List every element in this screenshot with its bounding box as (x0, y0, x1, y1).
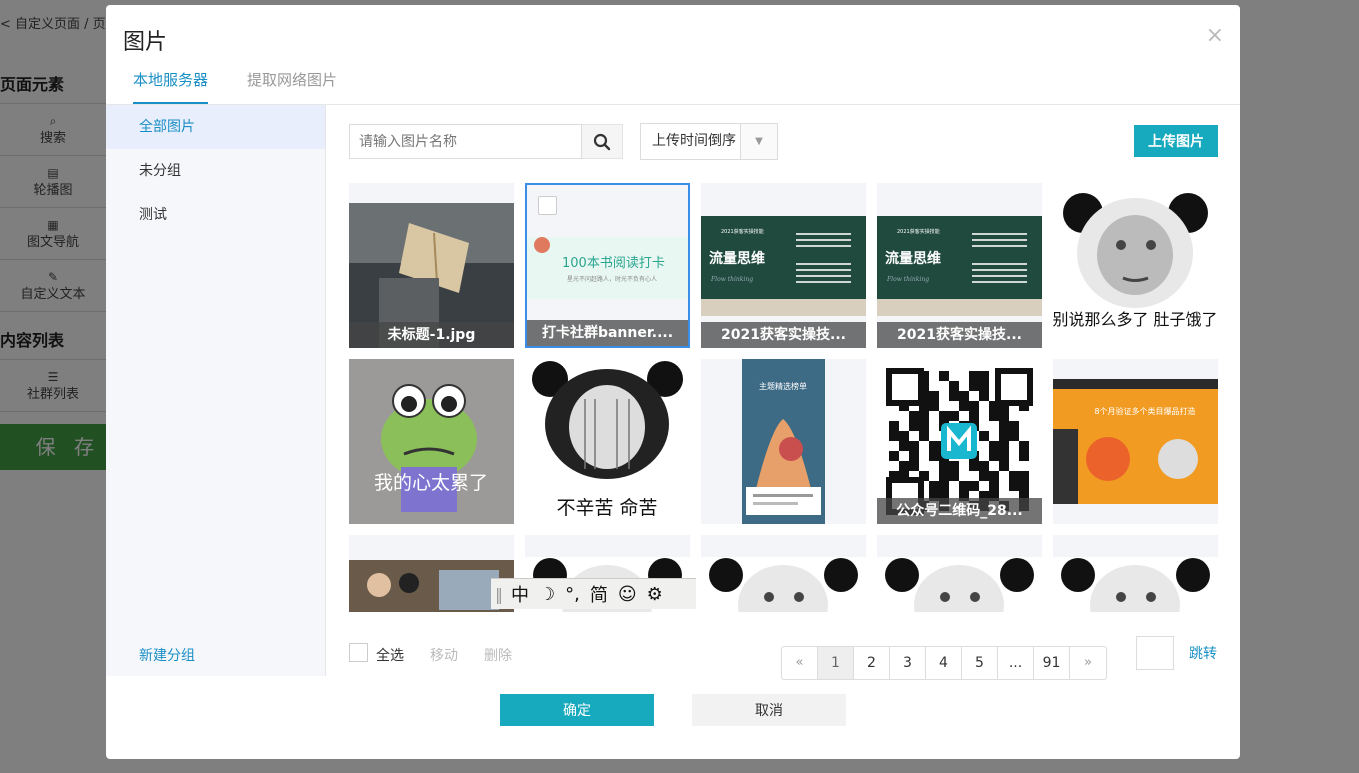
image-thumbnail[interactable]: 100本书阅读打卡星光不问赶路人，时光不负有心人打卡社群banner.... (525, 183, 690, 348)
select-all-label[interactable]: 全选 (376, 645, 404, 665)
gear-icon[interactable]: ⚙ (647, 584, 663, 605)
image-grid: 未标题-1.jpg 100本书阅读打卡星光不问赶路人，时光不负有心人打卡社群ban… (349, 183, 1219, 612)
page-number-button[interactable]: 5 (962, 647, 998, 679)
page-number-button[interactable]: ... (998, 647, 1034, 679)
page-number-button[interactable]: 91 (1034, 647, 1070, 679)
source-tabs: 本地服务器 提取网络图片 (133, 69, 376, 104)
image-thumbnail[interactable]: 2021获客实操技能流量思维 Flow thinking 2021获客实操技... (877, 183, 1042, 348)
delete-button[interactable]: 删除 (484, 645, 512, 665)
thumbnail-image (877, 535, 1042, 612)
close-icon[interactable]: × (1206, 25, 1224, 47)
group-item-test[interactable]: 测试 (106, 193, 325, 237)
image-thumbnail[interactable]: 主题精选榜单 (701, 359, 866, 524)
sort-select-value: 上传时间倒序 (652, 133, 736, 149)
image-thumbnail[interactable] (349, 535, 514, 612)
ime-grip-icon[interactable]: ‖ (495, 585, 503, 604)
thumbnail-image (701, 535, 866, 612)
page-number-button[interactable]: 3 (890, 647, 926, 679)
confirm-button[interactable]: 确定 (500, 694, 654, 726)
phone-title: 主题精选榜单 (759, 381, 807, 391)
banner-title: 100本书阅读打卡 (562, 256, 665, 271)
select-all-checkbox[interactable] (349, 643, 368, 662)
page-number-button[interactable]: 4 (926, 647, 962, 679)
ime-toolbar: ‖ 中 ☽ °, 简 ☺ ⚙ (491, 578, 696, 609)
image-caption: 未标题-1.jpg (349, 322, 514, 348)
image-thumbnail[interactable] (877, 535, 1042, 612)
image-picker-modal: 图片 × 本地服务器 提取网络图片 全部图片 未分组 测试 新建分组 上传时间倒… (106, 5, 1240, 759)
slide-heading: 2021获客实操技能 (897, 228, 940, 235)
chevron-down-icon: ▼ (740, 124, 777, 159)
thumbnail-image: 8个月验证多个类目爆品打造 (1053, 359, 1218, 524)
image-thumbnail[interactable]: 2021获客实操技能流量思维 Flow thinking 2021获客实操技... (701, 183, 866, 348)
thumbnail-image: 主题精选榜单 (701, 359, 866, 524)
search-input[interactable] (349, 124, 582, 159)
ime-punctuation-icon[interactable]: °, (565, 584, 580, 605)
tab-local-server[interactable]: 本地服务器 (133, 69, 209, 104)
image-thumbnail[interactable]: 8个月验证多个类目爆品打造 (1053, 359, 1218, 524)
upload-image-button[interactable]: 上传图片 (1134, 125, 1218, 157)
cancel-button[interactable]: 取消 (692, 694, 846, 726)
ime-mode-chinese[interactable]: 中 (511, 581, 529, 607)
image-caption: 公众号二维码_28... (877, 498, 1042, 524)
slide-title: 流量思维 (709, 250, 765, 267)
page-jump-button[interactable]: 跳转 (1189, 643, 1217, 663)
search-button[interactable] (582, 124, 623, 159)
thumbnail-image (1053, 535, 1218, 612)
sort-select[interactable]: 上传时间倒序 ▼ (640, 123, 778, 160)
image-thumbnail[interactable] (701, 535, 866, 612)
image-caption: 2021获客实操技... (701, 322, 866, 348)
thumbnail-image: 我的心太累了 (349, 359, 514, 524)
page-next-button[interactable]: » (1070, 647, 1106, 679)
meme-caption: 我的心太累了 (374, 472, 488, 494)
modal-title: 图片 (123, 30, 168, 55)
move-button[interactable]: 移动 (430, 645, 458, 665)
image-caption: 2021获客实操技... (877, 322, 1042, 348)
image-thumbnail[interactable]: 公众号二维码_28... (877, 359, 1042, 524)
group-item-ungrouped[interactable]: 未分组 (106, 149, 325, 193)
banner-subtitle: 星光不问赶路人，时光不负有心人 (567, 275, 657, 283)
new-group-link[interactable]: 新建分组 (139, 645, 195, 665)
image-thumbnail[interactable]: 我的心太累了 (349, 359, 514, 524)
image-thumbnail[interactable] (1053, 535, 1218, 612)
image-thumbnail[interactable]: 未标题-1.jpg (349, 183, 514, 348)
group-sidebar: 全部图片 未分组 测试 新建分组 (106, 105, 326, 676)
image-select-checkbox[interactable] (538, 196, 557, 215)
image-thumbnail[interactable]: 不辛苦 命苦 (525, 359, 690, 524)
orange-title: 8个月验证多个类目爆品打造 (1094, 406, 1195, 416)
pagination: «1 2 3 4 5... 91» (781, 646, 1107, 680)
slide-title: 流量思维 (885, 250, 941, 267)
image-thumbnail[interactable]: 别说那么多了 肚子饿了 (1053, 183, 1218, 348)
thumbnail-image: 别说那么多了 肚子饿了 (1053, 183, 1218, 348)
page-prev-button[interactable]: « (782, 647, 818, 679)
search-icon (593, 133, 611, 150)
smiley-icon[interactable]: ☺ (618, 584, 637, 605)
ime-simplified[interactable]: 简 (590, 581, 608, 607)
thumbnail-image: 不辛苦 命苦 (525, 359, 690, 524)
moon-icon[interactable]: ☽ (539, 584, 555, 605)
group-item-all[interactable]: 全部图片 (106, 105, 325, 149)
slide-heading: 2021获客实操技能 (721, 228, 764, 235)
thumbnail-image (349, 535, 514, 612)
meme-caption: 不辛苦 命苦 (556, 497, 657, 519)
slide-subtitle: Flow thinking (886, 276, 929, 283)
meme-caption: 别说那么多了 肚子饿了 (1053, 310, 1218, 329)
page-jump-input[interactable] (1136, 636, 1174, 670)
page-number-button[interactable]: 2 (854, 647, 890, 679)
image-caption: 打卡社群banner.... (527, 320, 688, 346)
page-number-button[interactable]: 1 (818, 647, 854, 679)
tab-network-image[interactable]: 提取网络图片 (247, 69, 337, 104)
slide-subtitle: Flow thinking (710, 276, 753, 283)
